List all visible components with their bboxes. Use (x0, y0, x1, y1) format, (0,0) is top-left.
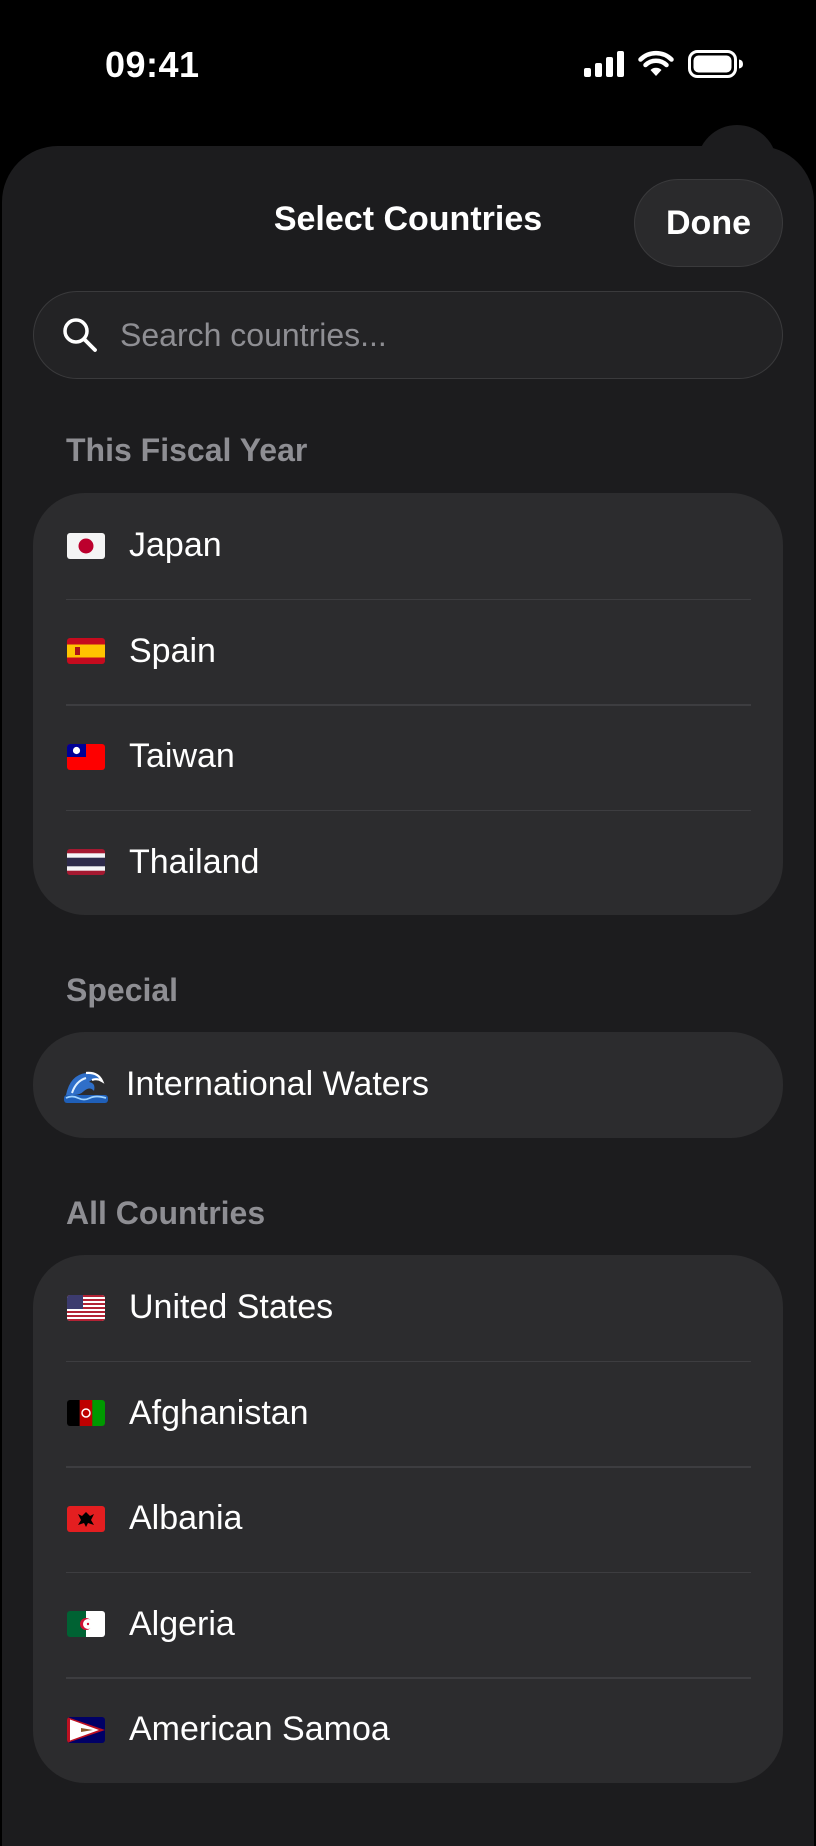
cellular-signal-icon (584, 51, 624, 77)
country-label: Afghanistan (129, 1393, 309, 1432)
special-group: International Waters (33, 1032, 783, 1138)
country-row-thailand[interactable]: Thailand (33, 809, 783, 916)
country-row-japan[interactable]: Japan (33, 493, 783, 599)
country-row-albania[interactable]: Albania (33, 1466, 783, 1572)
country-label: Albania (129, 1499, 243, 1538)
american-samoa-flag-icon (67, 1716, 105, 1743)
status-bar: 09:41 (0, 0, 816, 130)
country-row-spain[interactable]: Spain (33, 598, 783, 705)
country-label: Japan (129, 526, 222, 565)
country-row-international-waters[interactable]: International Waters (33, 1032, 783, 1138)
taiwan-flag-icon (67, 743, 105, 770)
country-row-afghanistan[interactable]: Afghanistan (33, 1360, 783, 1467)
section-header-all-countries: All Countries (66, 1195, 266, 1231)
all-countries-group: United States Afghanistan Albania Algeri… (33, 1255, 783, 1783)
albania-flag-icon (67, 1505, 105, 1532)
status-icons (584, 50, 744, 78)
afghanistan-flag-icon (67, 1400, 105, 1427)
search-bar[interactable] (33, 291, 783, 379)
country-row-united-states[interactable]: United States (33, 1255, 783, 1361)
japan-flag-icon (67, 532, 105, 559)
country-row-taiwan[interactable]: Taiwan (33, 704, 783, 810)
country-label: Thailand (129, 842, 260, 881)
algeria-flag-icon (67, 1611, 105, 1638)
country-label: American Samoa (129, 1710, 390, 1749)
section-header-special: Special (66, 972, 179, 1008)
thailand-flag-icon (67, 849, 105, 876)
country-label: Spain (129, 631, 216, 670)
country-row-algeria[interactable]: Algeria (33, 1571, 783, 1678)
united-states-flag-icon (67, 1294, 105, 1321)
section-header-this-fiscal-year: This Fiscal Year (66, 432, 308, 468)
spain-flag-icon (67, 638, 105, 665)
wave-icon (64, 1071, 108, 1103)
country-row-american-samoa[interactable]: American Samoa (33, 1677, 783, 1783)
country-label: International Waters (126, 1065, 429, 1104)
battery-icon (688, 50, 743, 78)
search-input[interactable] (120, 292, 782, 378)
wifi-icon (638, 50, 674, 76)
search-icon (63, 318, 97, 352)
fiscal-year-group: Japan Spain Taiwan Thailand (33, 493, 783, 915)
country-label: United States (129, 1288, 334, 1327)
country-label: Algeria (129, 1604, 235, 1643)
country-label: Taiwan (129, 737, 235, 776)
status-time: 09:41 (105, 44, 200, 85)
done-button[interactable]: Done (634, 179, 783, 267)
